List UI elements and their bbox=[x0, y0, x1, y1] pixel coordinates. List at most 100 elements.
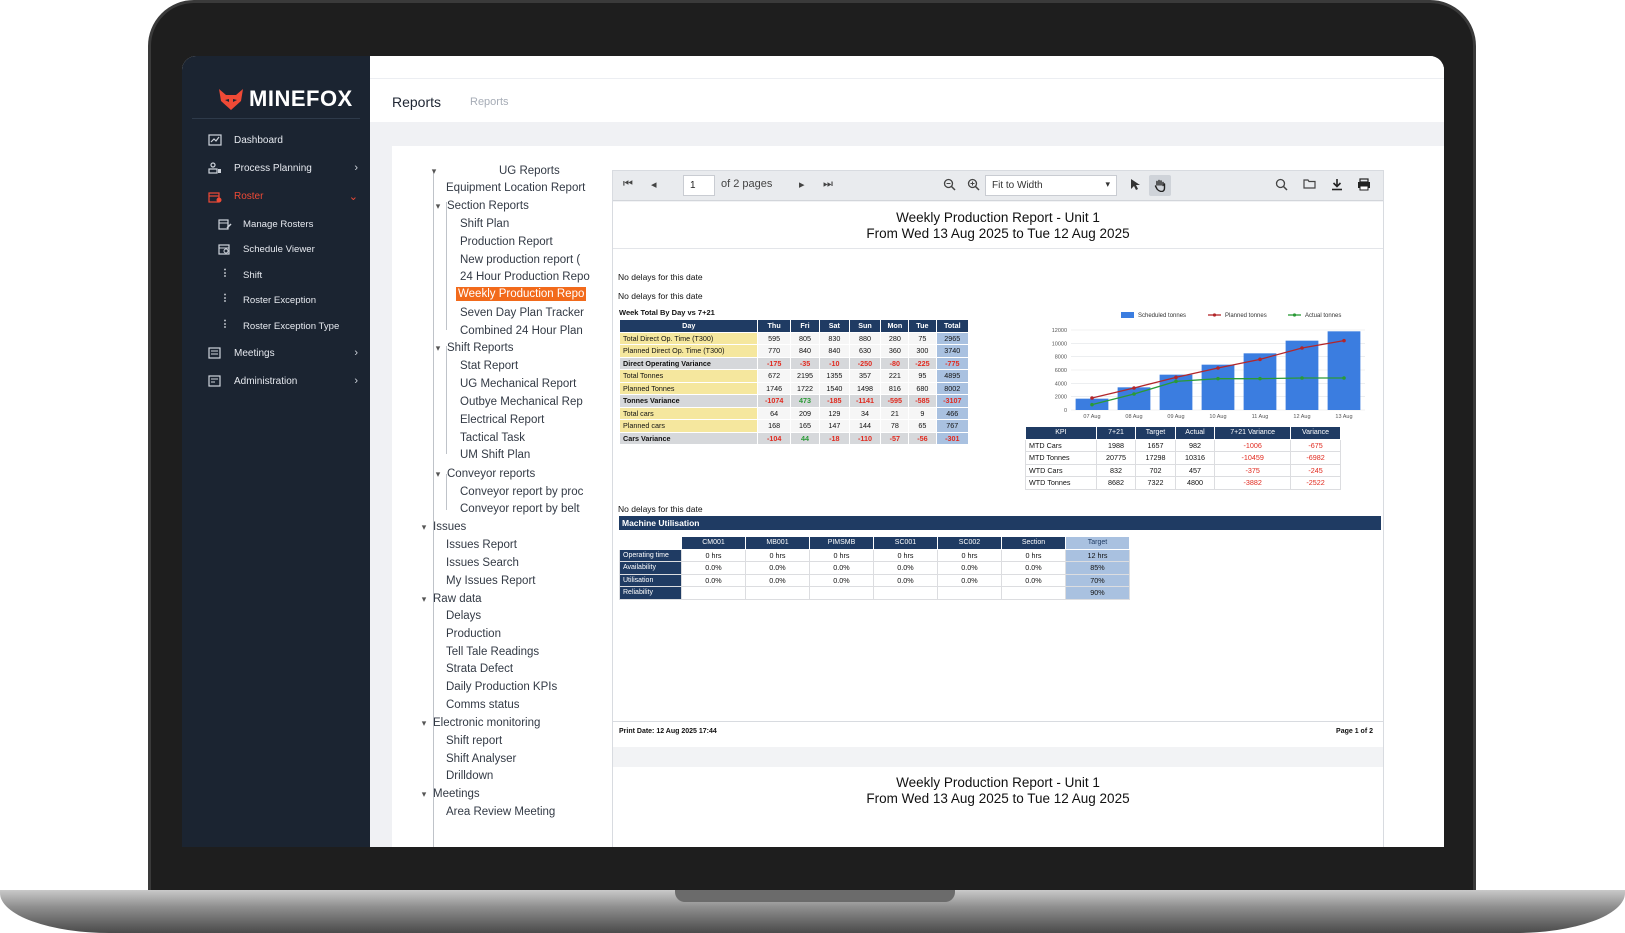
zoom-select[interactable]: Fit to Width ▾ bbox=[985, 175, 1117, 196]
week-header-cell: Fri bbox=[789, 319, 821, 333]
collapse-icon[interactable]: ▾ bbox=[420, 789, 428, 800]
table-cell: 4800 bbox=[1174, 476, 1216, 490]
tree-node[interactable]: Conveyor report by proc bbox=[458, 485, 585, 499]
tree-node[interactable]: Delays bbox=[444, 609, 483, 623]
tree-label: Equipment Location Report bbox=[446, 182, 586, 194]
tree-node[interactable]: Shift report bbox=[444, 734, 504, 748]
main-area: Reports Reports ▾ UG Reports Equipment Lo… bbox=[370, 56, 1444, 847]
tree-node[interactable]: Issues Search bbox=[444, 556, 521, 570]
tree-node[interactable]: Conveyor report by belt bbox=[458, 502, 582, 516]
tree-node-shift-reports[interactable]: ▾ Shift Reports bbox=[434, 341, 515, 355]
sidebar-subitem-manage-rosters[interactable]: Manage Rosters bbox=[218, 218, 313, 230]
sidebar-item-meetings[interactable]: Meetings › bbox=[208, 347, 358, 359]
table-cell: 1540 bbox=[819, 381, 850, 395]
tree-node[interactable]: Strata Defect bbox=[444, 662, 515, 676]
week-header-cell: Tue bbox=[908, 319, 937, 333]
tree-node-meetings[interactable]: ▾ Meetings bbox=[420, 787, 482, 801]
pointer-icon[interactable] bbox=[1129, 178, 1141, 191]
sidebar-item-dashboard[interactable]: Dashboard bbox=[208, 134, 358, 146]
kpi-header-cell: 7+21 bbox=[1095, 426, 1137, 440]
tree-node-issues[interactable]: ▾ Issues bbox=[420, 520, 468, 534]
tree-node-conveyor-reports[interactable]: ▾ Conveyor reports bbox=[434, 467, 537, 481]
tree-node[interactable]: UG Mechanical Report bbox=[458, 377, 578, 391]
sidebar-subitem-roster-exception[interactable]: ⋮ Roster Exception bbox=[218, 294, 316, 306]
table-cell bbox=[873, 586, 938, 600]
tree-node[interactable]: Shift Plan bbox=[458, 217, 511, 231]
sidebar-subitem-shift[interactable]: ⋮ Shift bbox=[218, 269, 262, 281]
row-label: Direct Operating Variance bbox=[618, 356, 759, 370]
sidebar-item-roster[interactable]: Roster ⌄ bbox=[208, 190, 358, 203]
breadcrumb[interactable]: Reports bbox=[470, 96, 509, 108]
tree-label: Conveyor reports bbox=[447, 468, 536, 480]
tree-node[interactable]: Daily Production KPIs bbox=[444, 680, 559, 694]
topbar-divider bbox=[370, 78, 1444, 79]
tree-node[interactable]: Electrical Report bbox=[458, 413, 546, 427]
collapse-icon[interactable]: ▾ bbox=[420, 522, 428, 533]
page-title: Reports bbox=[392, 94, 442, 110]
pan-button[interactable] bbox=[1149, 175, 1171, 196]
point-planned-tonnes bbox=[1258, 357, 1262, 362]
tree-node[interactable]: Production Report bbox=[458, 235, 555, 249]
tree-node-selected[interactable]: Weekly Production Repo bbox=[456, 287, 587, 301]
table-cell: 830 bbox=[819, 331, 850, 345]
search-icon[interactable] bbox=[1275, 178, 1288, 191]
tree-node[interactable]: Tactical Task bbox=[458, 431, 527, 445]
table-cell: 0 hrs bbox=[873, 548, 938, 562]
tree-node-section-reports[interactable]: ▾ Section Reports bbox=[434, 199, 531, 213]
collapse-icon[interactable]: ▾ bbox=[434, 469, 442, 480]
y-tick-label: 12000 bbox=[1052, 328, 1067, 334]
table-cell: WTD Cars bbox=[1025, 463, 1097, 477]
table-cell: 168 bbox=[757, 419, 791, 433]
tree-node[interactable]: Production bbox=[444, 627, 503, 641]
zoom-in-icon[interactable] bbox=[967, 178, 980, 191]
zoom-select-value: Fit to Width bbox=[992, 180, 1043, 191]
tree-node[interactable]: Outbye Mechanical Rep bbox=[458, 395, 585, 409]
tree-node[interactable]: Seven Day Plan Tracker bbox=[458, 306, 586, 320]
tree-label: UM Shift Plan bbox=[460, 449, 531, 461]
sidebar-item-process-planning[interactable]: Process Planning › bbox=[208, 162, 358, 174]
tree-node-raw-data[interactable]: ▾ Raw data bbox=[420, 592, 484, 606]
tree-node[interactable]: New production report ( bbox=[458, 253, 582, 267]
table-cell: 20775 bbox=[1095, 451, 1137, 465]
tree-node[interactable]: My Issues Report bbox=[444, 574, 537, 588]
last-page-icon[interactable]: ⏭ bbox=[823, 178, 833, 191]
next-page-icon[interactable]: ▸ bbox=[799, 178, 805, 191]
tree-node[interactable]: Shift Analyser bbox=[444, 752, 518, 766]
collapse-icon[interactable]: ▾ bbox=[420, 594, 428, 605]
collapse-icon[interactable]: ▾ bbox=[420, 718, 428, 729]
tree-node[interactable]: Stat Report bbox=[458, 359, 520, 373]
page-number-input[interactable]: 1 bbox=[683, 175, 715, 196]
y-tick-label: 2000 bbox=[1055, 395, 1067, 401]
tree-node[interactable]: 24 Hour Production Repo bbox=[458, 270, 592, 284]
print-icon[interactable] bbox=[1357, 178, 1371, 191]
collapse-icon[interactable]: ▾ bbox=[430, 166, 438, 177]
download-icon[interactable] bbox=[1331, 178, 1343, 191]
table-cell: 0.0% bbox=[1001, 561, 1066, 575]
tree-node[interactable]: Drilldown bbox=[444, 769, 495, 783]
tree-node[interactable]: Equipment Location Report bbox=[444, 181, 587, 195]
tree-label: Comms status bbox=[446, 699, 520, 711]
tree-node[interactable]: Area Review Meeting bbox=[444, 805, 557, 819]
tree-node-ug-reports[interactable]: ▾ UG Reports bbox=[430, 164, 562, 178]
tree-node[interactable]: UM Shift Plan bbox=[458, 448, 532, 462]
table-cell: 1722 bbox=[789, 381, 821, 395]
tree-node[interactable]: Tell Tale Readings bbox=[444, 645, 541, 659]
tree-node[interactable]: Issues Report bbox=[444, 538, 519, 552]
sidebar-subitem-roster-exception-type[interactable]: ⋮ Roster Exception Type bbox=[218, 320, 339, 332]
first-page-icon[interactable]: ⏮ bbox=[623, 178, 633, 191]
logo[interactable]: MINEFOX bbox=[218, 86, 353, 112]
table-row: Reliability 90% bbox=[619, 586, 1130, 600]
mu-header-blank bbox=[619, 536, 682, 550]
tree-node[interactable]: Combined 24 Hour Plan bbox=[458, 324, 585, 338]
sidebar-subitem-schedule-viewer[interactable]: Schedule Viewer bbox=[218, 243, 315, 255]
prev-page-icon[interactable]: ◂ bbox=[651, 178, 657, 191]
collapse-icon[interactable]: ▾ bbox=[434, 343, 442, 354]
row-label: Tonnes Variance bbox=[618, 394, 759, 408]
tree-label: Stat Report bbox=[460, 360, 519, 372]
open-folder-icon[interactable] bbox=[1303, 178, 1317, 190]
tree-node-electronic-monitoring[interactable]: ▾ Electronic monitoring bbox=[420, 716, 542, 730]
sidebar-item-administration[interactable]: Administration › bbox=[208, 375, 358, 387]
collapse-icon[interactable]: ▾ bbox=[434, 201, 442, 212]
zoom-out-icon[interactable] bbox=[943, 178, 956, 191]
tree-node[interactable]: Comms status bbox=[444, 698, 522, 712]
